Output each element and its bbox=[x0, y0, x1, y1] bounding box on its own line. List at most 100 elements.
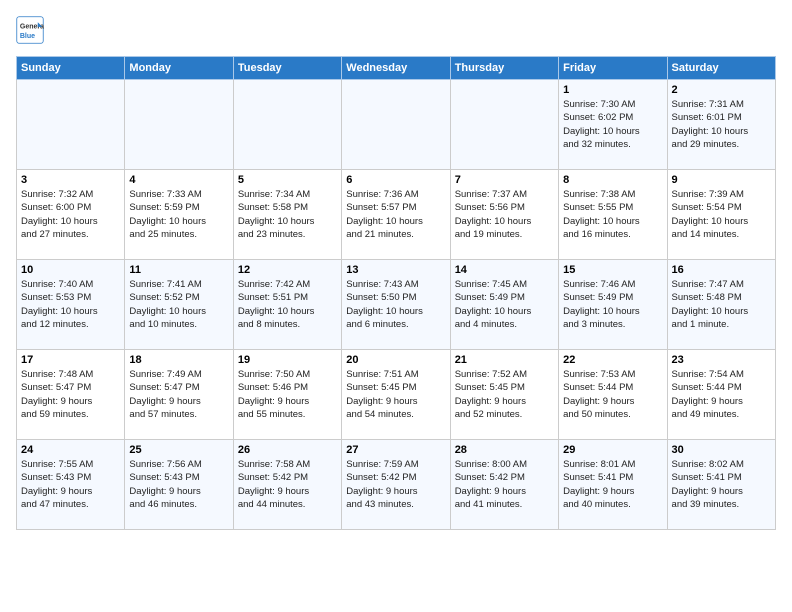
logo: General Blue bbox=[16, 16, 48, 44]
day-info: Sunrise: 7:54 AMSunset: 5:44 PMDaylight:… bbox=[672, 368, 771, 421]
day-number: 4 bbox=[129, 174, 228, 186]
day-number: 17 bbox=[21, 354, 120, 366]
day-number: 28 bbox=[455, 444, 554, 456]
day-number: 10 bbox=[21, 264, 120, 276]
day-info: Sunrise: 7:52 AMSunset: 5:45 PMDaylight:… bbox=[455, 368, 554, 421]
day-info: Sunrise: 7:31 AMSunset: 6:01 PMDaylight:… bbox=[672, 98, 771, 151]
day-info: Sunrise: 7:42 AMSunset: 5:51 PMDaylight:… bbox=[238, 278, 337, 331]
day-info: Sunrise: 7:34 AMSunset: 5:58 PMDaylight:… bbox=[238, 188, 337, 241]
calendar-day: 20 Sunrise: 7:51 AMSunset: 5:45 PMDayligh… bbox=[342, 350, 450, 440]
day-number: 15 bbox=[563, 264, 662, 276]
day-number: 16 bbox=[672, 264, 771, 276]
calendar-day: 17 Sunrise: 7:48 AMSunset: 5:47 PMDayligh… bbox=[17, 350, 125, 440]
calendar-day: 29 Sunrise: 8:01 AMSunset: 5:41 PMDayligh… bbox=[559, 440, 667, 530]
day-info: Sunrise: 7:41 AMSunset: 5:52 PMDaylight:… bbox=[129, 278, 228, 331]
calendar-day bbox=[233, 80, 341, 170]
calendar-day bbox=[342, 80, 450, 170]
day-number: 24 bbox=[21, 444, 120, 456]
calendar-day bbox=[17, 80, 125, 170]
day-number: 13 bbox=[346, 264, 445, 276]
header-monday: Monday bbox=[125, 57, 233, 80]
calendar-day: 25 Sunrise: 7:56 AMSunset: 5:43 PMDayligh… bbox=[125, 440, 233, 530]
day-info: Sunrise: 7:59 AMSunset: 5:42 PMDaylight:… bbox=[346, 458, 445, 511]
calendar-day: 16 Sunrise: 7:47 AMSunset: 5:48 PMDayligh… bbox=[667, 260, 775, 350]
calendar-week-2: 3 Sunrise: 7:32 AMSunset: 6:00 PMDaylight… bbox=[17, 170, 776, 260]
calendar-week-1: 1 Sunrise: 7:30 AMSunset: 6:02 PMDaylight… bbox=[17, 80, 776, 170]
day-number: 14 bbox=[455, 264, 554, 276]
day-info: Sunrise: 7:37 AMSunset: 5:56 PMDaylight:… bbox=[455, 188, 554, 241]
day-info: Sunrise: 7:46 AMSunset: 5:49 PMDaylight:… bbox=[563, 278, 662, 331]
day-info: Sunrise: 7:56 AMSunset: 5:43 PMDaylight:… bbox=[129, 458, 228, 511]
day-number: 19 bbox=[238, 354, 337, 366]
calendar-day: 26 Sunrise: 7:58 AMSunset: 5:42 PMDayligh… bbox=[233, 440, 341, 530]
svg-text:Blue: Blue bbox=[20, 33, 35, 40]
calendar-header-row: SundayMondayTuesdayWednesdayThursdayFrid… bbox=[17, 57, 776, 80]
calendar-day: 2 Sunrise: 7:31 AMSunset: 6:01 PMDaylight… bbox=[667, 80, 775, 170]
day-info: Sunrise: 7:45 AMSunset: 5:49 PMDaylight:… bbox=[455, 278, 554, 331]
day-info: Sunrise: 7:32 AMSunset: 6:00 PMDaylight:… bbox=[21, 188, 120, 241]
calendar-day: 1 Sunrise: 7:30 AMSunset: 6:02 PMDaylight… bbox=[559, 80, 667, 170]
day-info: Sunrise: 7:36 AMSunset: 5:57 PMDaylight:… bbox=[346, 188, 445, 241]
calendar-day: 10 Sunrise: 7:40 AMSunset: 5:53 PMDayligh… bbox=[17, 260, 125, 350]
header-saturday: Saturday bbox=[667, 57, 775, 80]
day-number: 2 bbox=[672, 84, 771, 96]
calendar-day: 18 Sunrise: 7:49 AMSunset: 5:47 PMDayligh… bbox=[125, 350, 233, 440]
day-info: Sunrise: 7:47 AMSunset: 5:48 PMDaylight:… bbox=[672, 278, 771, 331]
calendar-day: 22 Sunrise: 7:53 AMSunset: 5:44 PMDayligh… bbox=[559, 350, 667, 440]
day-info: Sunrise: 7:50 AMSunset: 5:46 PMDaylight:… bbox=[238, 368, 337, 421]
day-number: 26 bbox=[238, 444, 337, 456]
day-number: 11 bbox=[129, 264, 228, 276]
header-tuesday: Tuesday bbox=[233, 57, 341, 80]
day-number: 22 bbox=[563, 354, 662, 366]
day-info: Sunrise: 7:39 AMSunset: 5:54 PMDaylight:… bbox=[672, 188, 771, 241]
day-info: Sunrise: 8:02 AMSunset: 5:41 PMDaylight:… bbox=[672, 458, 771, 511]
day-number: 29 bbox=[563, 444, 662, 456]
day-info: Sunrise: 8:01 AMSunset: 5:41 PMDaylight:… bbox=[563, 458, 662, 511]
calendar-day: 23 Sunrise: 7:54 AMSunset: 5:44 PMDayligh… bbox=[667, 350, 775, 440]
calendar-day: 8Sunrise: 7:38 AMSunset: 5:55 PMDaylight… bbox=[559, 170, 667, 260]
day-number: 25 bbox=[129, 444, 228, 456]
calendar-day: 21Sunrise: 7:52 AMSunset: 5:45 PMDayligh… bbox=[450, 350, 558, 440]
day-info: Sunrise: 7:48 AMSunset: 5:47 PMDaylight:… bbox=[21, 368, 120, 421]
day-info: Sunrise: 7:49 AMSunset: 5:47 PMDaylight:… bbox=[129, 368, 228, 421]
day-number: 6 bbox=[346, 174, 445, 186]
calendar-table: SundayMondayTuesdayWednesdayThursdayFrid… bbox=[16, 56, 776, 530]
calendar-day: 11 Sunrise: 7:41 AMSunset: 5:52 PMDayligh… bbox=[125, 260, 233, 350]
day-number: 18 bbox=[129, 354, 228, 366]
day-number: 20 bbox=[346, 354, 445, 366]
day-info: Sunrise: 7:51 AMSunset: 5:45 PMDaylight:… bbox=[346, 368, 445, 421]
calendar-day: 24 Sunrise: 7:55 AMSunset: 5:43 PMDayligh… bbox=[17, 440, 125, 530]
header-sunday: Sunday bbox=[17, 57, 125, 80]
calendar-day: 15 Sunrise: 7:46 AMSunset: 5:49 PMDayligh… bbox=[559, 260, 667, 350]
calendar-day: 19 Sunrise: 7:50 AMSunset: 5:46 PMDayligh… bbox=[233, 350, 341, 440]
calendar-day: 4Sunrise: 7:33 AMSunset: 5:59 PMDaylight… bbox=[125, 170, 233, 260]
calendar-day: 27Sunrise: 7:59 AMSunset: 5:42 PMDayligh… bbox=[342, 440, 450, 530]
day-number: 1 bbox=[563, 84, 662, 96]
day-info: Sunrise: 7:43 AMSunset: 5:50 PMDaylight:… bbox=[346, 278, 445, 331]
day-number: 8 bbox=[563, 174, 662, 186]
calendar-day: 3 Sunrise: 7:32 AMSunset: 6:00 PMDaylight… bbox=[17, 170, 125, 260]
calendar-day: 9 Sunrise: 7:39 AMSunset: 5:54 PMDaylight… bbox=[667, 170, 775, 260]
calendar-day bbox=[125, 80, 233, 170]
header-wednesday: Wednesday bbox=[342, 57, 450, 80]
day-number: 12 bbox=[238, 264, 337, 276]
day-number: 7 bbox=[455, 174, 554, 186]
day-info: Sunrise: 7:40 AMSunset: 5:53 PMDaylight:… bbox=[21, 278, 120, 331]
day-number: 5 bbox=[238, 174, 337, 186]
calendar-day: 12 Sunrise: 7:42 AMSunset: 5:51 PMDayligh… bbox=[233, 260, 341, 350]
calendar-week-4: 17 Sunrise: 7:48 AMSunset: 5:47 PMDayligh… bbox=[17, 350, 776, 440]
day-info: Sunrise: 7:30 AMSunset: 6:02 PMDaylight:… bbox=[563, 98, 662, 151]
calendar-day: 5 Sunrise: 7:34 AMSunset: 5:58 PMDaylight… bbox=[233, 170, 341, 260]
calendar-day bbox=[450, 80, 558, 170]
day-info: Sunrise: 7:53 AMSunset: 5:44 PMDaylight:… bbox=[563, 368, 662, 421]
day-number: 3 bbox=[21, 174, 120, 186]
day-number: 23 bbox=[672, 354, 771, 366]
page-header: General Blue bbox=[16, 16, 776, 44]
day-number: 9 bbox=[672, 174, 771, 186]
logo-icon: General Blue bbox=[16, 16, 44, 44]
header-thursday: Thursday bbox=[450, 57, 558, 80]
calendar-day: 7 Sunrise: 7:37 AMSunset: 5:56 PMDaylight… bbox=[450, 170, 558, 260]
calendar-day: 6 Sunrise: 7:36 AMSunset: 5:57 PMDaylight… bbox=[342, 170, 450, 260]
day-info: Sunrise: 7:55 AMSunset: 5:43 PMDaylight:… bbox=[21, 458, 120, 511]
day-info: Sunrise: 7:58 AMSunset: 5:42 PMDaylight:… bbox=[238, 458, 337, 511]
